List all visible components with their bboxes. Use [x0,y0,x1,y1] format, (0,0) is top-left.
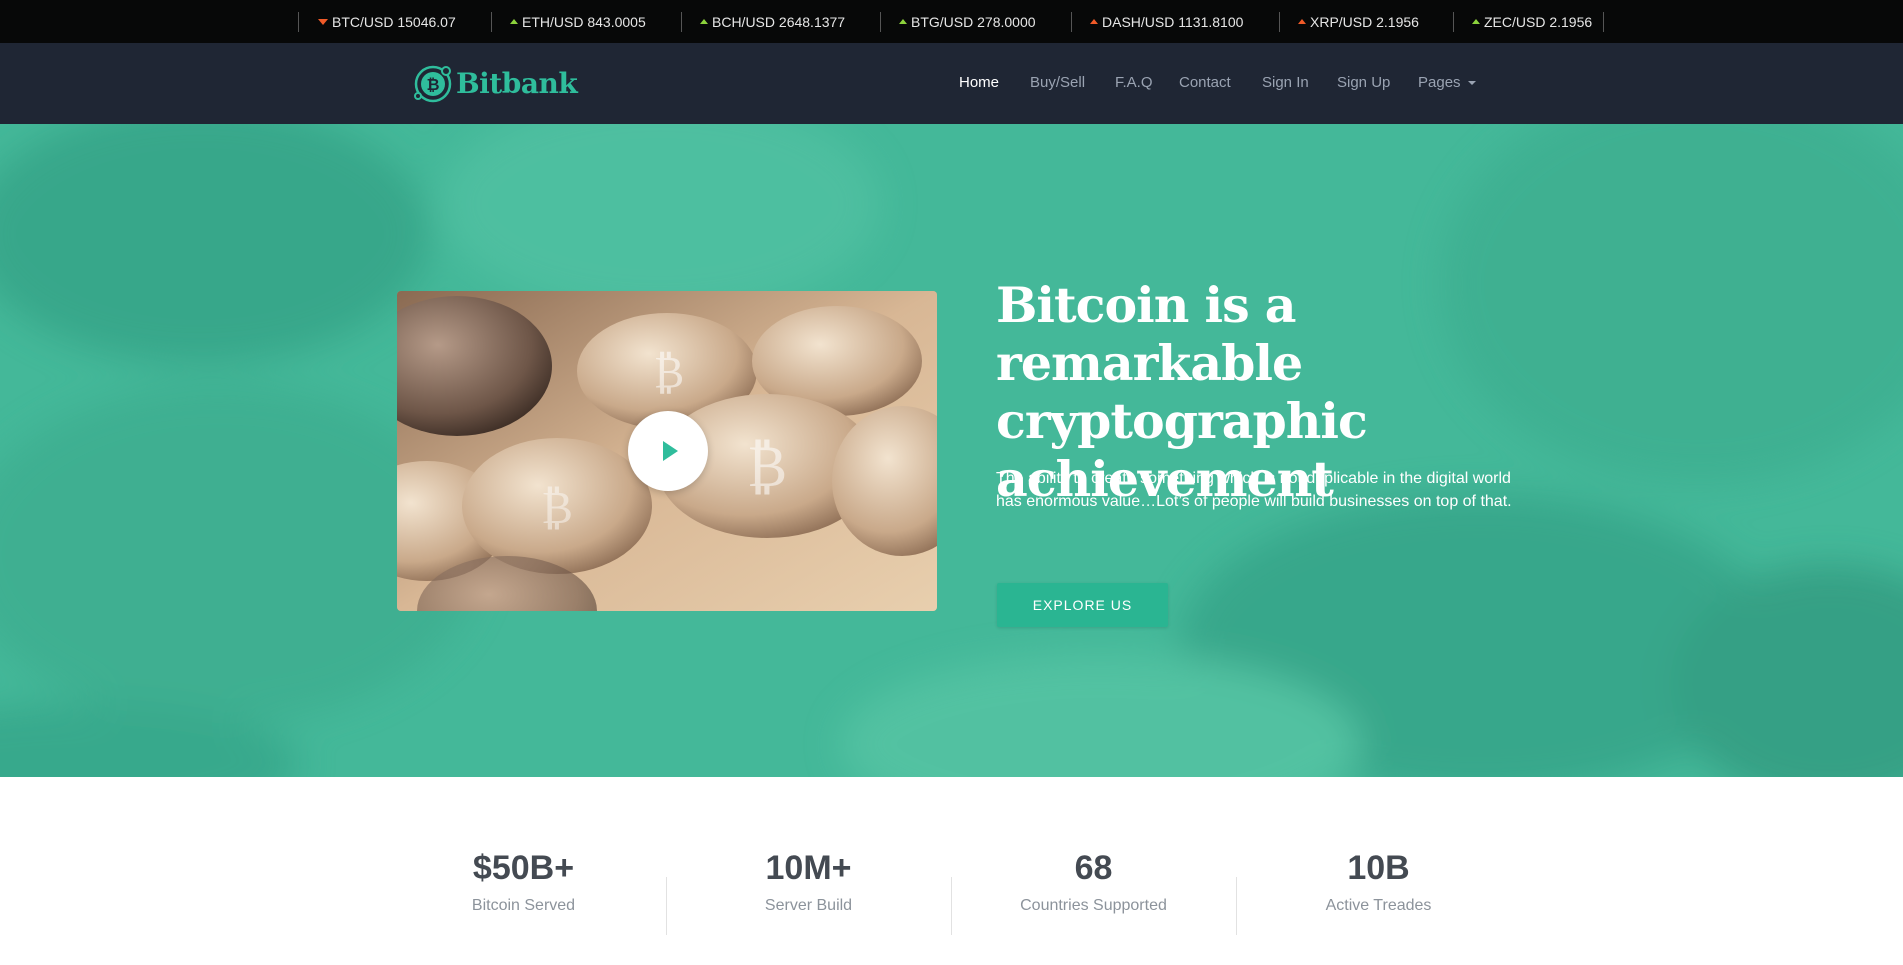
stat-item: 68 Countries Supported [951,849,1236,915]
ticker-item-eth: ETH/USD 843.0005 [510,0,646,43]
ticker-item-btc: BTC/USD 15046.07 [318,0,456,43]
svg-text:₿: ₿ [747,432,787,500]
caret-down-icon [1467,81,1476,86]
arrow-up-icon [700,19,708,24]
ticker-price: 2.1956 [1376,13,1419,30]
ticker-price: 278.0000 [977,13,1036,30]
hero-video[interactable]: ₿ ₿ ₿ [397,291,937,611]
ticker-divider [298,12,299,32]
brand-logo[interactable]: ₿ Bitbank [412,61,578,105]
ticker-pair: ZEC/USD [1484,13,1546,30]
ticker-pair: BTC/USD [332,13,394,30]
stat-label: Countries Supported [1020,897,1167,914]
hero-section: ₿ ₿ ₿ Bitcoin is a remarkable cryptograp… [0,124,1903,777]
nav-pages-label: Pages [1418,74,1461,91]
ticker-item-bch: BCH/USD 2648.1377 [700,0,845,43]
ticker-item-xrp: XRP/USD 2.1956 [1298,0,1419,43]
stat-label: Bitcoin Served [471,897,576,914]
ticker-pair: XRP/USD [1310,13,1373,30]
ticker-pair: DASH/USD [1102,13,1175,30]
arrow-up-icon [899,19,907,24]
ticker-item-zec: ZEC/USD 2.1956 [1472,0,1592,43]
stat-value: 10B [1347,849,1410,887]
stats-section: $50B+ Bitcoin Served 10M+ Server Build 6… [0,777,1903,965]
stat-label: Server Build [764,897,853,914]
main-navbar: ₿ Bitbank Home Buy/Sell F.A.Q Contact Si… [0,43,1903,124]
nav-pages-dropdown[interactable]: Pages [1418,74,1476,91]
ticker-item-dash: DASH/USD 1131.8100 [1090,0,1243,43]
svg-text:₿: ₿ [654,347,684,398]
ticker-divider [1603,12,1604,32]
nav-home[interactable]: Home [959,74,999,91]
brand-name: Bitbank [456,66,578,100]
play-icon [663,441,678,461]
stat-value: $50B+ [472,849,575,887]
explore-us-button[interactable]: EXPLORE US [997,583,1168,627]
svg-text:₿: ₿ [426,75,439,94]
price-ticker: BTC/USD 15046.07 ETH/USD 843.0005 BCH/US… [0,0,1903,43]
stat-item: $50B+ Bitcoin Served [381,849,666,915]
arrow-up-icon [1090,19,1098,24]
ticker-pair: ETH/USD [522,13,584,30]
bitcoin-logo-icon: ₿ [414,65,452,103]
stat-value: 68 [1074,849,1113,887]
hero-background [0,124,1903,777]
ticker-divider [880,12,881,32]
svg-text:₿: ₿ [541,480,573,534]
nav-contact[interactable]: Contact [1179,74,1231,91]
ticker-price: 1131.8100 [1178,13,1244,30]
ticker-divider [1279,12,1280,32]
ticker-divider [681,12,682,32]
stat-item: 10B Active Treades [1236,849,1521,915]
stat-value: 10M+ [765,849,852,887]
nav-sign-in[interactable]: Sign In [1262,74,1309,91]
arrow-up-icon [1298,19,1306,24]
nav-faq[interactable]: F.A.Q [1115,74,1153,91]
nav-sign-up[interactable]: Sign Up [1337,74,1390,91]
ticker-price: 2.1956 [1549,13,1593,30]
ticker-divider [1453,12,1454,32]
ticker-price: 843.0005 [587,13,646,30]
nav-buy-sell[interactable]: Buy/Sell [1030,74,1085,91]
arrow-up-icon [1472,19,1480,24]
hero-description: The ability to create something which is… [996,470,1512,510]
ticker-pair: BTG/USD [911,13,974,30]
stat-item: 10M+ Server Build [666,849,951,915]
arrow-up-icon [510,19,518,24]
ticker-item-btg: BTG/USD 278.0000 [899,0,1036,43]
stat-label: Active Treades [1325,897,1432,914]
ticker-price: 2648.1377 [778,13,846,30]
play-button[interactable] [628,411,708,491]
ticker-divider [1071,12,1072,32]
ticker-divider [491,12,492,32]
ticker-pair: BCH/USD [712,13,776,30]
ticker-price: 15046.07 [397,13,456,30]
arrow-down-icon [318,18,328,25]
